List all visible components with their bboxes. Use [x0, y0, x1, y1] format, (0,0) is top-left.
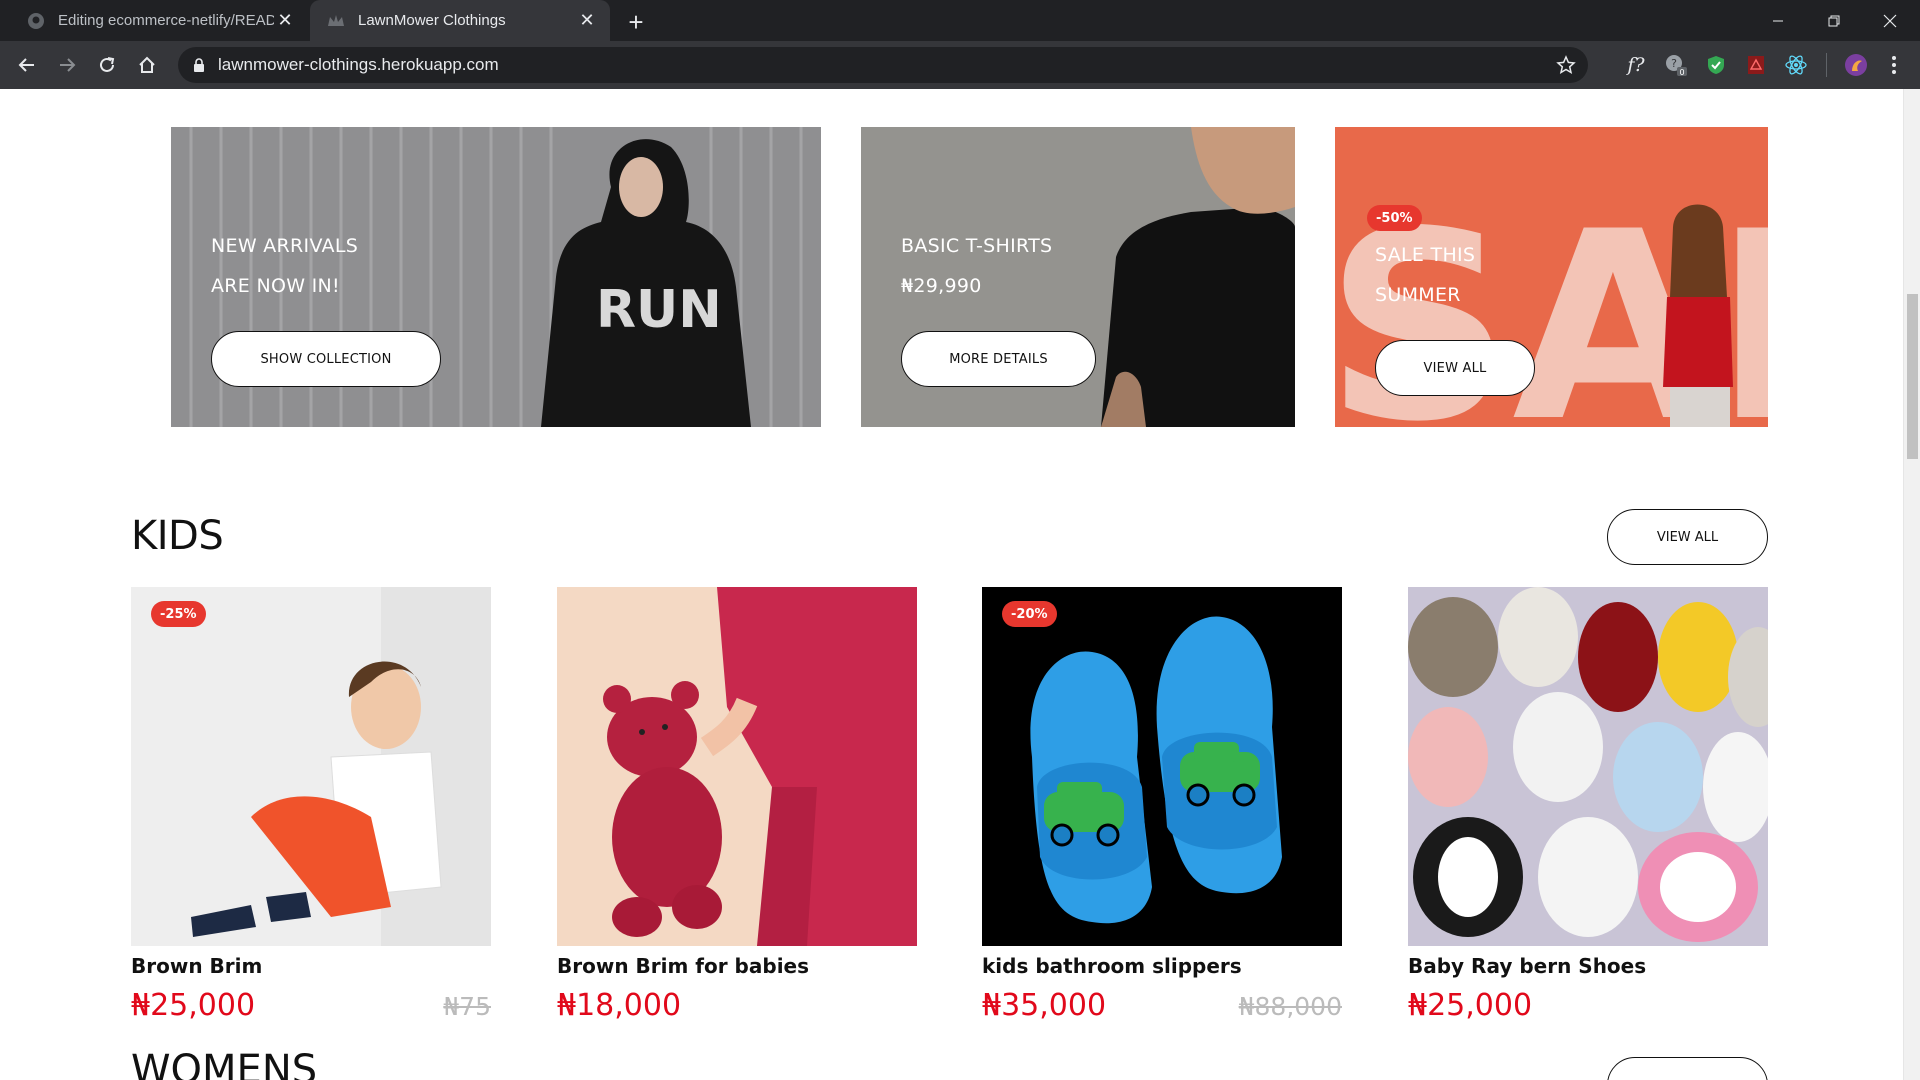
shield-icon[interactable]: [1702, 51, 1730, 79]
tab-strip: Editing ecommerce-netlify/READ ✕ LawnMow…: [0, 0, 1920, 41]
product-old-price: ₦75: [443, 992, 491, 1021]
url-text: lawnmower-clothings.herokuapp.com: [218, 55, 499, 74]
profile-avatar-icon[interactable]: [1842, 51, 1870, 79]
svg-text:0: 0: [1679, 68, 1684, 77]
banner-heading-line: ARE NOW IN!: [211, 275, 340, 297]
product-price: ₦35,000: [982, 988, 1107, 1023]
banner-heading-line: SALE THIS: [1375, 244, 1476, 266]
browser-toolbar: lawnmower-clothings.herokuapp.com f? ? 0: [0, 41, 1920, 89]
back-arrow-icon[interactable]: [11, 49, 43, 81]
section-title-womens: WOMENS: [131, 1047, 318, 1080]
more-details-button[interactable]: MORE DETAILS: [901, 331, 1096, 387]
lock-icon[interactable]: [192, 57, 206, 73]
toolbar-divider: [1826, 53, 1827, 77]
product-price: ₦25,000: [1408, 988, 1533, 1023]
minimize-icon[interactable]: [1750, 0, 1806, 41]
banner-new-arrivals[interactable]: RUN NEW ARRIVALS ARE NOW IN! SHOW COLLEC…: [171, 127, 821, 427]
section-title-kids: KIDS: [131, 513, 224, 559]
banner-heading-line: NEW ARRIVALS: [211, 235, 359, 257]
banner-price: ₦29,990: [901, 275, 982, 297]
home-icon[interactable]: [131, 49, 163, 81]
discount-badge: -50%: [1367, 205, 1422, 231]
pdf-icon[interactable]: [1742, 51, 1770, 79]
product-image[interactable]: [1408, 587, 1768, 946]
svg-text:RUN: RUN: [596, 280, 722, 340]
product-price: ₦25,000: [131, 988, 256, 1023]
function-extension-icon[interactable]: f?: [1622, 51, 1650, 79]
svg-text:?: ?: [1671, 57, 1677, 70]
product-image[interactable]: [982, 587, 1342, 946]
reload-icon[interactable]: [91, 49, 123, 81]
menu-dots-icon[interactable]: [1880, 51, 1908, 79]
github-icon: [26, 11, 46, 31]
bookmark-star-icon[interactable]: [1554, 53, 1578, 77]
close-icon[interactable]: ✕: [576, 10, 598, 32]
page-scrollbar[interactable]: [1903, 89, 1920, 1080]
product-name[interactable]: kids bathroom slippers: [982, 954, 1242, 978]
discount-badge: -25%: [151, 601, 206, 627]
show-collection-button[interactable]: SHOW COLLECTION: [211, 331, 441, 387]
banner-basic-tshirts[interactable]: BASIC T-SHIRTS ₦29,990 MORE DETAILS: [861, 127, 1295, 427]
crown-icon: [326, 11, 346, 31]
close-icon[interactable]: ✕: [274, 10, 296, 32]
product-name[interactable]: Brown Brim for babies: [557, 954, 809, 978]
banner-heading-line: SUMMER: [1375, 284, 1461, 306]
window-close-icon[interactable]: [1862, 0, 1918, 41]
scrollbar-thumb[interactable]: [1907, 294, 1918, 459]
restore-icon[interactable]: [1806, 0, 1862, 41]
view-all-sale-button[interactable]: VIEW ALL: [1375, 340, 1535, 396]
address-bar[interactable]: lawnmower-clothings.herokuapp.com: [178, 47, 1588, 83]
product-name[interactable]: Brown Brim: [131, 954, 262, 978]
tab-title: Editing ecommerce-netlify/READ: [58, 12, 274, 29]
banner-sale[interactable]: SAL -50% SALE THIS SUMMER VIEW ALL: [1335, 127, 1768, 427]
product-name[interactable]: Baby Ray bern Shoes: [1408, 954, 1646, 978]
tab-title: LawnMower Clothings: [358, 12, 506, 29]
banner-heading-line: BASIC T-SHIRTS: [901, 235, 1053, 257]
product-image[interactable]: [557, 587, 917, 946]
discount-badge: -20%: [1002, 601, 1057, 627]
product-price: ₦18,000: [557, 988, 682, 1023]
view-all-kids-button[interactable]: VIEW ALL: [1607, 509, 1768, 565]
forward-arrow-icon[interactable]: [51, 49, 83, 81]
new-tab-button[interactable]: +: [622, 7, 650, 37]
extension-badge-icon[interactable]: ? 0: [1662, 51, 1690, 79]
page-content: RUN NEW ARRIVALS ARE NOW IN! SHOW COLLEC…: [0, 89, 1920, 1080]
tab-github-readme[interactable]: Editing ecommerce-netlify/READ ✕: [10, 0, 308, 41]
product-old-price: ₦88,000: [1238, 992, 1342, 1021]
view-all-womens-button[interactable]: [1607, 1057, 1768, 1080]
tab-lawnmower[interactable]: LawnMower Clothings ✕: [310, 0, 610, 41]
product-image[interactable]: [131, 587, 491, 946]
react-devtools-icon[interactable]: [1782, 51, 1810, 79]
